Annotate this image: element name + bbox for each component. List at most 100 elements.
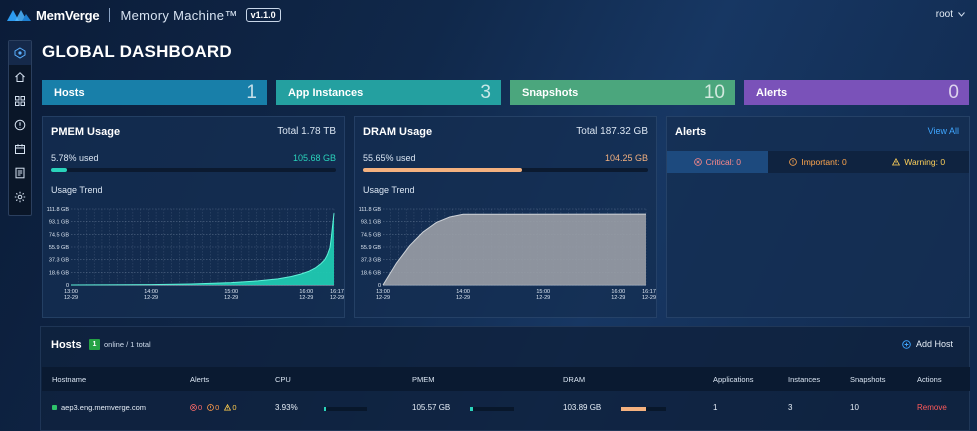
column-header[interactable]: Snapshots bbox=[850, 375, 885, 384]
column-header[interactable]: Instances bbox=[788, 375, 820, 384]
x-tick-date: 12-29 bbox=[536, 295, 550, 301]
stat-card-snapshots[interactable]: Snapshots 10 bbox=[510, 80, 735, 105]
alerts-cell: 0 0 0 bbox=[190, 403, 237, 412]
column-header[interactable]: PMEM bbox=[412, 375, 435, 384]
column-header[interactable]: Hostname bbox=[52, 375, 86, 384]
trend-title: Usage Trend bbox=[51, 185, 103, 195]
remove-host-link[interactable]: Remove bbox=[917, 403, 947, 412]
pmem-value: 105.57 GB bbox=[412, 403, 451, 412]
stat-value: 0 bbox=[948, 81, 959, 103]
pmem-trend-chart: 018.6 GB37.3 GB55.9 GB74.5 GB93.1 GB111.… bbox=[47, 207, 344, 301]
x-tick-date: 12-29 bbox=[611, 295, 625, 301]
x-tick-date: 12-29 bbox=[299, 295, 313, 301]
stat-value: 3 bbox=[480, 81, 491, 103]
usage-bar bbox=[51, 168, 336, 172]
critical-x-circle-icon bbox=[190, 404, 197, 411]
dashboard-icon bbox=[14, 47, 26, 59]
stat-label: Alerts bbox=[756, 86, 788, 99]
user-menu[interactable]: root bbox=[936, 9, 965, 20]
count: 0 bbox=[215, 403, 220, 412]
table-row[interactable]: aep3.eng.memverge.com 0 0 0 3.93% 105.57… bbox=[42, 393, 970, 421]
stat-card-app-instances[interactable]: App Instances 3 bbox=[276, 80, 501, 105]
sidebar-item-home[interactable] bbox=[9, 65, 31, 89]
sidebar-item-apps[interactable] bbox=[9, 89, 31, 113]
critical-alert-count: 0 bbox=[190, 403, 202, 412]
important-exclamation-circle-icon bbox=[207, 404, 215, 411]
y-tick-label: 93.1 GB bbox=[361, 220, 382, 226]
count: 0 bbox=[232, 403, 237, 412]
view-all-link[interactable]: View All bbox=[928, 126, 959, 136]
tab-critical[interactable]: Critical: 0 bbox=[667, 151, 768, 173]
y-tick-label: 37.3 GB bbox=[361, 258, 382, 264]
calendar-icon bbox=[15, 144, 25, 154]
memverge-logo[interactable]: MemVerge bbox=[6, 7, 100, 23]
y-tick-label: 55.9 GB bbox=[361, 245, 382, 251]
stat-card-hosts[interactable]: Hosts 1 bbox=[42, 80, 267, 105]
online-count-badge: 1 bbox=[89, 339, 100, 350]
panel-title: DRAM Usage bbox=[363, 126, 433, 138]
dram-usage-panel: DRAM Usage Total 187.32 GB 55.65% used 1… bbox=[354, 116, 657, 318]
sidebar-item-schedule[interactable] bbox=[9, 137, 31, 161]
column-header[interactable]: DRAM bbox=[563, 375, 585, 384]
cpu-bar bbox=[324, 407, 367, 411]
report-icon bbox=[15, 167, 25, 179]
panel-title: PMEM Usage bbox=[51, 126, 121, 138]
cpu-value: 3.93% bbox=[275, 403, 298, 412]
y-tick-label: 18.6 GB bbox=[49, 270, 70, 276]
x-tick-date: 12-29 bbox=[144, 295, 158, 301]
sidebar bbox=[8, 40, 32, 216]
x-tick-date: 12-29 bbox=[330, 295, 344, 301]
sidebar-item-settings[interactable] bbox=[9, 185, 31, 209]
important-alert-count: 0 bbox=[207, 403, 219, 412]
column-header[interactable]: Applications bbox=[713, 375, 753, 384]
memverge-logo-icon bbox=[7, 10, 31, 21]
sidebar-item-alerts[interactable] bbox=[9, 113, 31, 137]
warning-triangle-icon bbox=[224, 404, 232, 411]
username: root bbox=[935, 9, 953, 20]
dram-value: 103.89 GB bbox=[563, 403, 602, 412]
alert-severity-tabs: Critical: 0 Important: 0 Warning: 0 bbox=[667, 151, 970, 173]
y-tick-label: 37.3 GB bbox=[49, 258, 70, 264]
snapshots-value: 10 bbox=[850, 403, 859, 412]
warning-alert-count: 0 bbox=[224, 403, 237, 412]
hostname-cell[interactable]: aep3.eng.memverge.com bbox=[52, 403, 146, 412]
used-value: 105.68 GB bbox=[292, 153, 336, 163]
stat-label: App Instances bbox=[288, 86, 364, 99]
pmem-bar-fill bbox=[470, 407, 473, 411]
usage-bar bbox=[363, 168, 648, 172]
plus-circle-icon bbox=[902, 339, 911, 349]
column-header[interactable]: Actions bbox=[917, 375, 942, 384]
chevron-down-icon bbox=[958, 12, 965, 17]
count: 0 bbox=[198, 403, 203, 412]
sidebar-item-dashboard[interactable] bbox=[9, 41, 31, 65]
usage-bar-fill bbox=[51, 168, 68, 172]
critical-count: Critical: 0 bbox=[705, 157, 742, 167]
tab-important[interactable]: Important: 0 bbox=[767, 151, 869, 173]
dram-bar bbox=[621, 407, 666, 411]
y-tick-label: 74.5 GB bbox=[361, 232, 382, 238]
online-summary: online / 1 total bbox=[104, 340, 151, 349]
gear-icon bbox=[14, 191, 26, 203]
hosts-table-header: Hostname Alerts CPU PMEM DRAM Applicatio… bbox=[42, 367, 970, 391]
used-percent: 55.65% used bbox=[363, 153, 416, 163]
column-header[interactable]: CPU bbox=[275, 375, 291, 384]
tab-warning[interactable]: Warning: 0 bbox=[868, 151, 970, 173]
usage-bar-fill bbox=[363, 168, 522, 172]
column-header[interactable]: Alerts bbox=[190, 375, 209, 384]
brand-name: MemVerge bbox=[36, 7, 100, 23]
y-tick-label: 111.8 GB bbox=[47, 207, 70, 213]
add-host-button[interactable]: Add Host bbox=[902, 339, 953, 349]
hostname: aep3.eng.memverge.com bbox=[61, 403, 147, 412]
alerts-panel: Alerts View All Critical: 0 Important: 0… bbox=[666, 116, 970, 318]
used-percent: 5.78% used bbox=[51, 153, 99, 163]
x-tick-date: 12-29 bbox=[224, 295, 238, 301]
y-tick-label: 93.1 GB bbox=[49, 220, 70, 226]
applications-value: 1 bbox=[713, 403, 718, 412]
critical-x-circle-icon bbox=[693, 158, 702, 166]
stat-value: 1 bbox=[246, 81, 257, 103]
sidebar-item-reports[interactable] bbox=[9, 161, 31, 185]
instances-value: 3 bbox=[788, 403, 793, 412]
stat-card-alerts[interactable]: Alerts 0 bbox=[744, 80, 969, 105]
home-icon bbox=[15, 72, 25, 82]
warning-triangle-icon bbox=[892, 158, 901, 166]
